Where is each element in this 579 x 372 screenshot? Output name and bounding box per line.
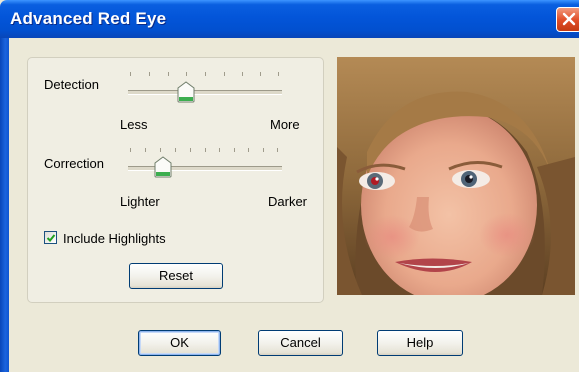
red-eye-preview-image xyxy=(337,57,575,295)
correction-label: Correction xyxy=(44,156,104,171)
window-title: Advanced Red Eye xyxy=(10,9,167,28)
include-highlights-checkbox[interactable] xyxy=(44,231,57,244)
include-highlights-label[interactable]: Include Highlights xyxy=(63,231,166,246)
detection-min-label: Less xyxy=(120,117,148,132)
detection-track[interactable] xyxy=(128,90,282,95)
child-face-photo xyxy=(337,57,575,295)
window-frame-left xyxy=(0,38,9,372)
help-button[interactable]: Help xyxy=(377,330,463,356)
title-bar[interactable]: Advanced Red Eye xyxy=(0,0,579,38)
correction-max-label: Darker xyxy=(268,194,308,209)
ok-button[interactable]: OK xyxy=(138,330,221,356)
correction-thumb[interactable] xyxy=(154,156,172,178)
detection-label: Detection xyxy=(44,77,99,92)
close-icon xyxy=(562,12,576,26)
cancel-button[interactable]: Cancel xyxy=(258,330,343,356)
reset-button[interactable]: Reset xyxy=(129,263,223,289)
checkmark-icon xyxy=(46,234,56,242)
correction-min-label: Lighter xyxy=(120,194,160,209)
correction-track[interactable] xyxy=(128,166,282,171)
detection-thumb[interactable] xyxy=(177,81,195,103)
detection-max-label: More xyxy=(270,117,300,132)
close-button[interactable] xyxy=(556,7,579,32)
